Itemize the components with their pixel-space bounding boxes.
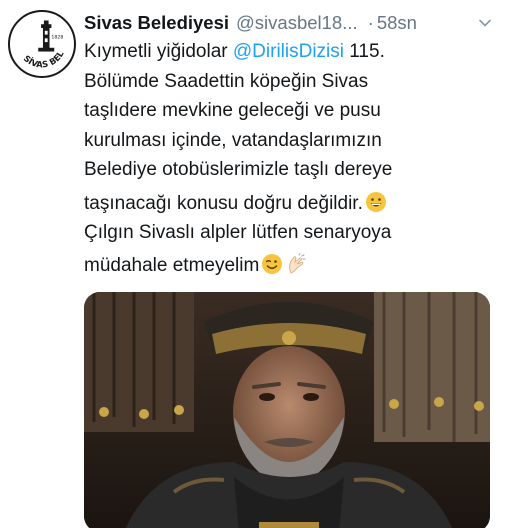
tweet-text-line: Kıymetli yiğidolar @DirilisDizisi 115. — [84, 41, 385, 62]
tweet: 1828 SİVAS BELEDİYESİ Sivas Belediyesi @… — [0, 0, 513, 528]
tweet-text-line: müdahale etmeyelim — [84, 251, 504, 281]
sivas-belediyesi-logo: 1828 SİVAS BELEDİYESİ — [10, 12, 73, 75]
tweet-text-line: taşınacağı konusu doğru değildir. — [84, 189, 504, 219]
tweet-text-line: kurulması içinde, vatandaşlarımızın — [84, 129, 382, 151]
mention-link[interactable]: @DirilisDizisi — [233, 41, 344, 62]
clapping-hands-emoji — [285, 252, 307, 275]
tweet-header: Sivas Belediyesi @sivasbel18... · 58sn — [84, 9, 499, 37]
tweet-text: Kıymetli yiğidolar @DirilisDizisi 115. B… — [84, 37, 504, 280]
author-handle[interactable]: @sivasbel18... — [236, 12, 358, 34]
logo-year: 1828 — [51, 34, 63, 40]
winking-face-emoji — [261, 253, 283, 275]
avatar[interactable]: 1828 SİVAS BELEDİYESİ — [8, 10, 76, 78]
tweet-text-line: taşlıdere mevkine geleceği ve pusu — [84, 100, 381, 121]
tweet-text-line: Çılgın Sivaslı alpler lütfen senaryoya — [84, 222, 392, 243]
chevron-down-icon[interactable] — [477, 15, 493, 31]
separator-dot: · — [367, 12, 374, 33]
tweet-text-line: Bölümde Saadettin köpeğin Sivas — [84, 70, 369, 92]
tweet-media-image[interactable] — [84, 292, 490, 528]
author-name[interactable]: Sivas Belediyesi — [84, 12, 229, 34]
tweet-time[interactable]: 58sn — [377, 12, 417, 34]
grinning-face-emoji — [365, 191, 387, 213]
tweet-text-line: Belediye otobüslerimizle taşlı dereye — [84, 159, 393, 180]
